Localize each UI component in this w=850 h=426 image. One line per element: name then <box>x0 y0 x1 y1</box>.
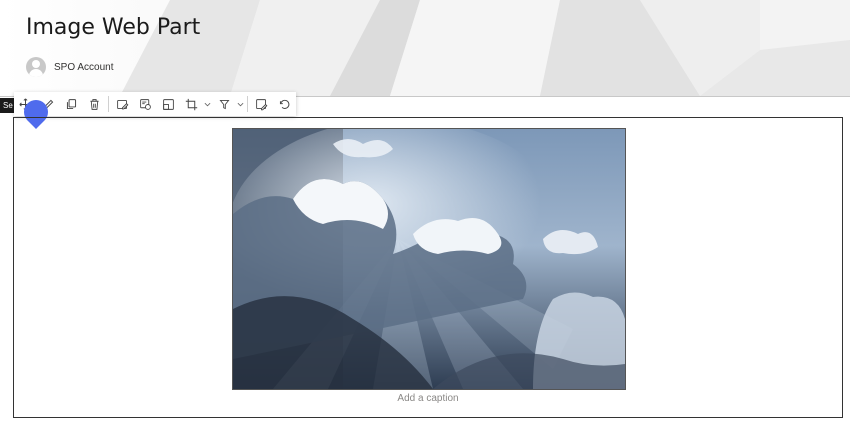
toolbar-separator <box>247 96 249 112</box>
resize-button[interactable] <box>157 92 180 116</box>
image-caption-input[interactable]: Add a caption <box>14 393 842 404</box>
duplicate-button[interactable] <box>60 92 83 116</box>
crop-button[interactable] <box>180 92 203 116</box>
duplicate-icon <box>66 98 77 109</box>
image-web-part[interactable]: Add a caption <box>13 117 843 418</box>
delete-icon <box>90 98 99 110</box>
reset-button[interactable] <box>273 92 296 116</box>
edit-image-button[interactable] <box>111 92 134 116</box>
delete-button[interactable] <box>83 92 106 116</box>
filter-icon <box>219 99 230 109</box>
avatar <box>26 57 46 77</box>
web-part-toolbar <box>14 92 296 116</box>
alt-text-icon <box>140 98 151 110</box>
author-byline[interactable]: SPO Account <box>26 57 113 77</box>
select-tag[interactable]: Se <box>0 98 14 113</box>
resize-icon <box>163 98 174 110</box>
web-part-image[interactable] <box>232 128 626 390</box>
page-title: Image Web Part <box>26 15 201 40</box>
alt-text-button[interactable] <box>134 92 157 116</box>
page-header: Image Web Part SPO Account <box>0 0 850 97</box>
sky-clouds-image <box>233 129 625 389</box>
save-button[interactable] <box>250 92 273 116</box>
chevron-down-icon <box>204 102 211 106</box>
save-icon <box>256 98 268 110</box>
edit-image-icon <box>117 99 129 109</box>
chevron-down-icon <box>237 102 244 106</box>
crop-icon <box>185 98 198 110</box>
author-name[interactable]: SPO Account <box>54 62 113 73</box>
reset-icon <box>280 99 290 109</box>
filter-dropdown[interactable] <box>236 92 246 116</box>
crop-dropdown[interactable] <box>203 92 213 116</box>
toolbar-separator <box>108 96 109 112</box>
filter-button[interactable] <box>213 92 236 116</box>
